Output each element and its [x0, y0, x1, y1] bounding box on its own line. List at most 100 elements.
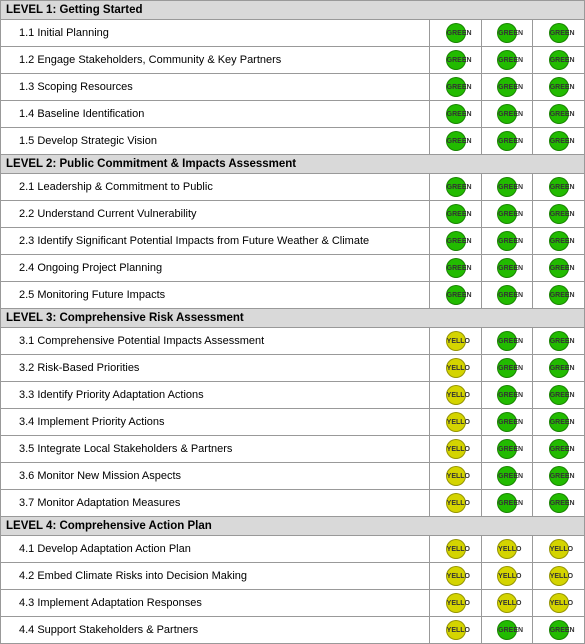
dot-cell-4.1-col3: YELLO: [533, 536, 585, 563]
dot-cell-2.2-col3: GREEN: [533, 201, 585, 228]
item-label-3.2: 3.2 Risk-Based Priorities: [1, 355, 430, 382]
dot-green-icon: GREEN: [446, 285, 466, 305]
dot-yellow-icon: YELLO: [446, 385, 466, 405]
dot-cell-4.4-col2: GREEN: [481, 617, 533, 644]
dot-label: YELLO: [447, 413, 465, 433]
dot-cell-4.1-col2: YELLO: [481, 536, 533, 563]
dot-cell-4.1-col1: YELLO: [430, 536, 482, 563]
item-label-3.7: 3.7 Monitor Adaptation Measures: [1, 490, 430, 517]
dot-cell-4.2-col2: YELLO: [481, 563, 533, 590]
dot-green-icon: GREEN: [497, 358, 517, 378]
dot-label: GREEN: [447, 205, 465, 225]
dot-label: GREEN: [550, 286, 568, 306]
dot-label: GREEN: [447, 259, 465, 279]
dot-cell-2.3-col2: GREEN: [481, 228, 533, 255]
dot-green-icon: GREEN: [446, 50, 466, 70]
dot-cell-3.5-col2: GREEN: [481, 436, 533, 463]
dot-label: YELLO: [447, 494, 465, 514]
dot-cell-3.5-col1: YELLO: [430, 436, 482, 463]
dot-cell-4.3-col1: YELLO: [430, 590, 482, 617]
dot-green-icon: GREEN: [446, 258, 466, 278]
dot-label: GREEN: [550, 386, 568, 406]
dot-label: GREEN: [550, 259, 568, 279]
dot-label: GREEN: [447, 78, 465, 98]
dot-green-icon: GREEN: [549, 77, 569, 97]
item-label-2.4: 2.4 Ongoing Project Planning: [1, 255, 430, 282]
dot-green-icon: GREEN: [549, 412, 569, 432]
dot-cell-2.1-col1: GREEN: [430, 174, 482, 201]
dot-label: YELLO: [550, 567, 568, 587]
dot-green-icon: GREEN: [549, 466, 569, 486]
table-row: 2.2 Understand Current Vulnerability GREE…: [1, 201, 585, 228]
dot-cell-2.5-col1: GREEN: [430, 282, 482, 309]
dot-label: GREEN: [550, 105, 568, 125]
dot-cell-4.2-col3: YELLO: [533, 563, 585, 590]
dot-label: GREEN: [498, 413, 516, 433]
dot-yellow-icon: YELLO: [446, 620, 466, 640]
item-label-4.1: 4.1 Develop Adaptation Action Plan: [1, 536, 430, 563]
dot-yellow-icon: YELLO: [446, 439, 466, 459]
item-label-3.6: 3.6 Monitor New Mission Aspects: [1, 463, 430, 490]
dot-green-icon: GREEN: [497, 412, 517, 432]
dot-label: GREEN: [550, 621, 568, 641]
dot-cell-4.3-col3: YELLO: [533, 590, 585, 617]
dot-label: YELLO: [447, 540, 465, 560]
dot-label: GREEN: [550, 494, 568, 514]
dot-cell-3.2-col1: YELLO: [430, 355, 482, 382]
dot-label: GREEN: [498, 78, 516, 98]
dot-cell-3.2-col2: GREEN: [481, 355, 533, 382]
dot-label: GREEN: [550, 51, 568, 71]
dot-green-icon: GREEN: [549, 258, 569, 278]
dot-cell-2.5-col3: GREEN: [533, 282, 585, 309]
dot-cell-1.1-col3: GREEN: [533, 20, 585, 47]
dot-green-icon: GREEN: [549, 385, 569, 405]
dot-label: YELLO: [498, 567, 516, 587]
dot-cell-4.2-col1: YELLO: [430, 563, 482, 590]
item-label-2.1: 2.1 Leadership & Commitment to Public: [1, 174, 430, 201]
dot-green-icon: GREEN: [497, 466, 517, 486]
table-row: 2.3 Identify Significant Potential Impac…: [1, 228, 585, 255]
level-header-level2: LEVEL 2: Public Commitment & Impacts Ass…: [1, 155, 585, 174]
dot-cell-1.2-col2: GREEN: [481, 47, 533, 74]
dot-green-icon: GREEN: [549, 620, 569, 640]
dot-label: YELLO: [447, 386, 465, 406]
table-row: 1.4 Baseline IdentificationGREENGREENGRE…: [1, 101, 585, 128]
dot-label: GREEN: [498, 105, 516, 125]
dot-label: GREEN: [550, 178, 568, 198]
dot-green-icon: GREEN: [549, 439, 569, 459]
dot-label: GREEN: [498, 440, 516, 460]
level-header-level3: LEVEL 3: Comprehensive Risk Assessment: [1, 309, 585, 328]
dot-cell-3.7-col2: GREEN: [481, 490, 533, 517]
dot-cell-1.5-col2: GREEN: [481, 128, 533, 155]
dot-yellow-icon: YELLO: [446, 412, 466, 432]
dot-label: GREEN: [498, 259, 516, 279]
dot-cell-3.3-col2: GREEN: [481, 382, 533, 409]
item-label-1.1: 1.1 Initial Planning: [1, 20, 430, 47]
dot-cell-3.7-col1: YELLO: [430, 490, 482, 517]
dot-label: GREEN: [498, 51, 516, 71]
dot-label: GREEN: [447, 232, 465, 252]
dot-cell-2.4-col1: GREEN: [430, 255, 482, 282]
dot-green-icon: GREEN: [497, 285, 517, 305]
dot-label: GREEN: [550, 440, 568, 460]
dot-green-icon: GREEN: [549, 50, 569, 70]
item-label-1.2: 1.2 Engage Stakeholders, Community & Key…: [1, 47, 430, 74]
dot-label: GREEN: [498, 386, 516, 406]
dot-cell-2.5-col2: GREEN: [481, 282, 533, 309]
item-label-2.2: 2.2 Understand Current Vulnerability: [1, 201, 430, 228]
item-label-3.5: 3.5 Integrate Local Stakeholders & Partn…: [1, 436, 430, 463]
dot-green-icon: GREEN: [549, 177, 569, 197]
dot-green-icon: GREEN: [446, 77, 466, 97]
table-row: 3.2 Risk-Based PrioritiesYELLOGREENGREEN: [1, 355, 585, 382]
dot-label: YELLO: [447, 332, 465, 352]
item-label-2.3: 2.3 Identify Significant Potential Impac…: [1, 228, 430, 255]
table-row: 1.5 Develop Strategic VisionGREENGREENGR…: [1, 128, 585, 155]
main-table: LEVEL 1: Getting Started1.1 Initial Plan…: [0, 0, 585, 644]
item-label-4.2: 4.2 Embed Climate Risks into Decision Ma…: [1, 563, 430, 590]
dot-green-icon: GREEN: [497, 50, 517, 70]
dot-label: GREEN: [498, 132, 516, 152]
dot-label: YELLO: [447, 359, 465, 379]
dot-label: GREEN: [498, 232, 516, 252]
dot-cell-1.5-col3: GREEN: [533, 128, 585, 155]
dot-label: GREEN: [447, 178, 465, 198]
